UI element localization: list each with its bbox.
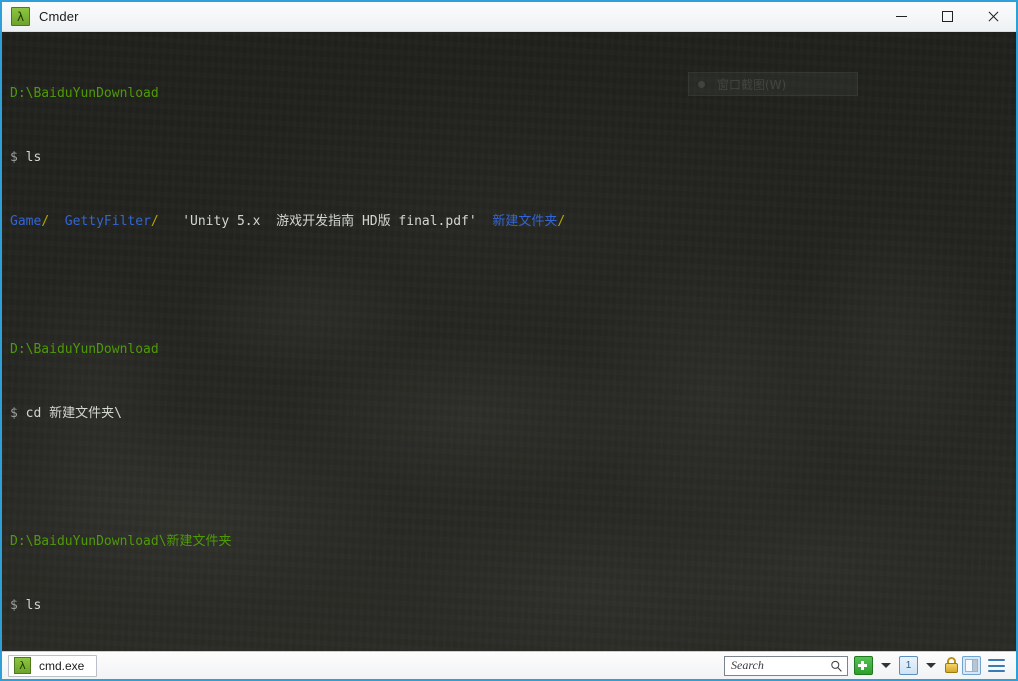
command-text: ls [17,150,42,165]
plus-icon [854,656,873,675]
terminal-line: D:\BaiduYunDownload [10,342,1016,358]
console-number-icon: 1 [899,656,918,675]
lock-button[interactable] [944,657,959,674]
terminal-area[interactable]: 窗口截图(W) D:\BaiduYunDownload $ ls Game/ G… [2,32,1016,651]
dir-entry-new-folder: 新建文件夹 [492,214,558,229]
dir-slash: / [150,214,159,229]
lambda-icon: λ [14,657,31,674]
command-text: cd 新建文件夹\ [17,406,122,421]
caret-down-icon [881,663,891,668]
window-controls [878,2,1016,31]
status-bar: λ cmd.exe 1 [2,651,1016,679]
window-title: Cmder [39,9,79,24]
hamburger-icon [988,659,1005,672]
terminal-line: D:\BaiduYunDownload [10,86,1016,102]
panel-toggle-button[interactable] [962,656,985,675]
command-text: ls [17,598,42,613]
dir-entry-gettyfilter: GettyFilter [64,214,151,229]
maximize-icon [941,11,953,22]
cmder-window: λ Cmder 窗口截图(W) D:\BaiduYunDownload $ ls… [0,0,1018,681]
panel-icon [962,656,981,675]
active-console-dropdown[interactable] [921,663,941,668]
tab-cmd-exe[interactable]: λ cmd.exe [8,654,98,677]
terminal-line: $ cd 新建文件夹\ [10,406,1016,422]
terminal-line: $ ls [10,150,1016,166]
terminal-line: D:\BaiduYunDownload\新建文件夹 [10,534,1016,550]
terminal-line-listing: Game/ GettyFilter/ 'Unity 5.x 游戏开发指南 HD版… [10,214,1016,230]
caret-down-icon [926,663,936,668]
new-console-dropdown[interactable] [876,663,896,668]
file-entry-unity-pdf: 'Unity 5.x 游戏开发指南 HD版 final.pdf' [158,214,493,229]
prompt-path: D:\BaiduYunDownload\新建文件夹 [10,534,232,549]
minimize-button[interactable] [878,2,924,31]
listing-gap [49,214,65,229]
maximize-button[interactable] [924,2,970,31]
main-menu-button[interactable] [988,659,1013,672]
title-bar[interactable]: λ Cmder [2,0,1016,32]
prompt-path: D:\BaiduYunDownload [10,86,159,101]
minimize-icon [895,16,907,17]
dir-slash: / [557,214,566,229]
prompt-symbol: $ [10,150,18,165]
dir-entry-game: Game [10,214,42,229]
magnifier-icon [831,660,842,672]
prompt-symbol: $ [10,406,18,421]
active-console-button[interactable]: 1 [899,656,918,675]
new-console-button[interactable] [854,656,873,675]
search-box[interactable] [724,655,848,676]
lock-icon [944,657,959,674]
close-button[interactable] [970,2,1016,31]
search-input[interactable] [725,656,847,675]
tab-label: cmd.exe [39,658,85,673]
prompt-symbol: $ [10,598,18,613]
close-icon [987,11,999,23]
terminal-line: $ ls [10,598,1016,614]
dir-slash: / [41,214,50,229]
prompt-path: D:\BaiduYunDownload [10,342,159,357]
lambda-icon: λ [11,7,30,26]
terminal-output[interactable]: D:\BaiduYunDownload $ ls Game/ GettyFilt… [2,32,1016,651]
